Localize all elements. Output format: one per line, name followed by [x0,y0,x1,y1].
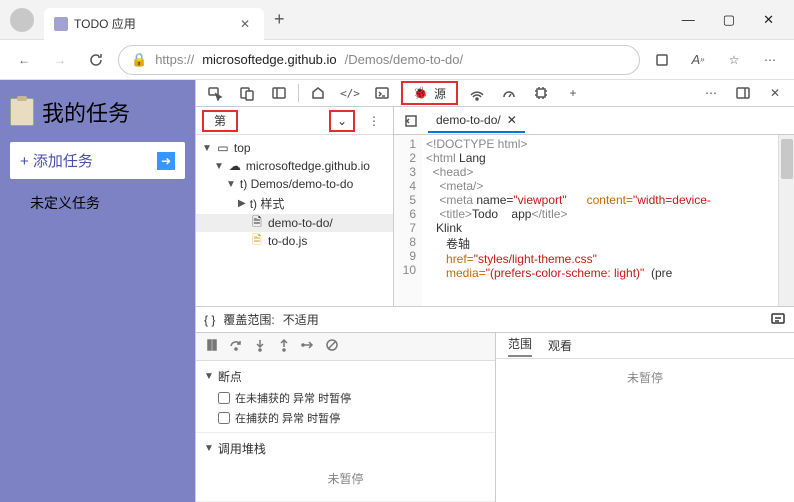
callstack-status: 未暂停 [204,460,487,497]
tree-origin[interactable]: microsoftedge.github.io [246,159,370,173]
add-task-label: + 添加任务 [20,150,93,171]
clipboard-icon [10,98,34,126]
coverage-label: 覆盖范围: [223,311,274,328]
editor-nav-icon[interactable] [398,108,424,134]
tree-styles[interactable]: t) 样式 [250,195,285,212]
reader-icon[interactable]: A» [684,46,712,74]
sources-navigator: 第 ⌄ ⋮ ▼▭top ▼☁microsoftedge.github.io ▼t… [196,107,394,306]
lock-icon: 🔒 [131,52,147,68]
bug-icon: 🐞 [413,86,428,100]
app-title-text: 我的任务 [42,96,130,128]
close-icon[interactable]: ✕ [507,113,517,127]
maximize-button[interactable]: ▢ [723,12,735,28]
debugger-right-pane: 范围 观看 未暂停 [496,333,794,502]
scope-tab[interactable]: 范围 [508,335,532,357]
devtools-more-icon[interactable]: ⋯ [698,80,724,106]
editor-tab-label: demo-to-do/ [436,113,501,127]
close-window-button[interactable]: ✕ [763,12,774,28]
url-host: microsoftedge.github.io [202,52,336,67]
file-icon: 🗎 [250,216,264,230]
tree-file-js[interactable]: to-do.js [268,234,307,248]
line-gutter: 12345678910 [394,135,422,306]
window-titlebar: TODO 应用 ✕ + — ▢ ✕ [0,0,794,40]
coverage-settings-icon[interactable] [770,310,786,329]
navigator-more-button[interactable]: ⌄ [329,110,355,132]
file-tree[interactable]: ▼▭top ▼☁microsoftedge.github.io ▼t) Demo… [196,135,393,306]
undefined-tasks-label: 未定义任务 [10,193,185,213]
callstack-section[interactable]: ▼调用堆栈 [204,437,487,460]
memory-tab[interactable] [528,80,554,106]
browser-tab[interactable]: TODO 应用 ✕ [44,8,264,40]
add-tab-button[interactable]: + [560,80,586,106]
tree-top[interactable]: top [234,141,251,155]
profile-avatar[interactable] [10,8,34,32]
scrollbar-vertical[interactable] [778,135,794,306]
inspect-icon[interactable] [202,80,228,106]
back-button[interactable]: ← [10,46,38,74]
coverage-bar: { } 覆盖范围: 不适用 [196,307,794,333]
cloud-icon: ☁ [228,159,242,173]
step-button[interactable] [300,337,316,356]
close-icon[interactable]: ✕ [236,17,254,31]
step-over-button[interactable] [228,337,244,356]
url-path: /Demos/demo-to-do/ [345,52,464,67]
todo-app-panel: 我的任务 + 添加任务 ➜ 未定义任务 [0,80,195,502]
sources-tab[interactable]: 🐞 源 [401,81,458,105]
deactivate-breakpoints-button[interactable] [324,337,340,356]
elements-tab[interactable]: </> [337,80,363,106]
devtools-close-icon[interactable]: ✕ [762,80,788,106]
debugger-left-pane: ▼断点 在未捕获的 异常 时暂停 在捕获的 异常 时暂停 ▼调用堆栈 未暂停 [196,333,496,502]
address-bar: ← → 🔒 https:// microsoftedge.github.io/De… [0,40,794,80]
navigator-menu-icon[interactable]: ⋮ [361,108,387,134]
tab-title: TODO 应用 [74,15,236,32]
editor-tab[interactable]: demo-to-do/ ✕ [428,109,525,133]
console-tab[interactable] [369,80,395,106]
favorite-icon[interactable]: ☆ [720,46,748,74]
page-nav-tab[interactable]: 第 [202,110,238,132]
performance-tab[interactable] [496,80,522,106]
step-out-button[interactable] [276,337,292,356]
scope-status: 未暂停 [496,359,794,396]
dock-icon[interactable] [730,80,756,106]
add-task-button[interactable]: + 添加任务 ➜ [10,142,185,179]
tab-favicon [54,17,68,31]
app-icon[interactable] [648,46,676,74]
submit-icon[interactable]: ➜ [157,152,175,170]
watch-tab[interactable]: 观看 [548,337,572,354]
page-title: 我的任务 [10,96,185,128]
devtools-toolbar: </> 🐞 源 + ⋯ ✕ [196,80,794,107]
url-input[interactable]: 🔒 https:// microsoftedge.github.io/Demos/… [118,45,640,75]
breakpoints-section[interactable]: ▼断点 [204,365,487,388]
window-icon: ▭ [216,141,230,155]
coverage-value: 不适用 [283,311,319,328]
panel-icon[interactable] [266,80,292,106]
pause-caught-checkbox[interactable]: 在捕获的 异常 时暂停 [204,408,487,428]
pause-button[interactable] [204,337,220,356]
chevron-down-icon: ⌄ [337,114,347,128]
step-into-button[interactable] [252,337,268,356]
forward-button[interactable]: → [46,46,74,74]
device-icon[interactable] [234,80,260,106]
new-tab-button[interactable]: + [274,9,285,30]
tree-folder[interactable]: t) Demos/demo-to-do [240,177,353,191]
sources-tab-label: 源 [434,85,446,102]
tree-file-html[interactable]: demo-to-do/ [268,216,333,230]
network-tab[interactable] [464,80,490,106]
braces-icon[interactable]: { } [204,313,215,327]
pause-uncaught-checkbox[interactable]: 在未捕获的 异常 时暂停 [204,388,487,408]
more-icon[interactable]: ⋯ [756,46,784,74]
devtools-panel: </> 🐞 源 + ⋯ ✕ 第 ⌄ ⋮ [195,80,794,502]
minimize-button[interactable]: — [682,12,695,28]
url-scheme: https:// [155,52,194,67]
debugger-controls [196,333,495,361]
code-content[interactable]: <!DOCTYPE html> <html Lang <head> <meta/… [422,135,778,306]
welcome-tab[interactable] [305,80,331,106]
js-file-icon: 🗎 [250,234,264,248]
refresh-button[interactable] [82,46,110,74]
source-editor: demo-to-do/ ✕ 12345678910 <!DOCTYPE html… [394,107,794,306]
